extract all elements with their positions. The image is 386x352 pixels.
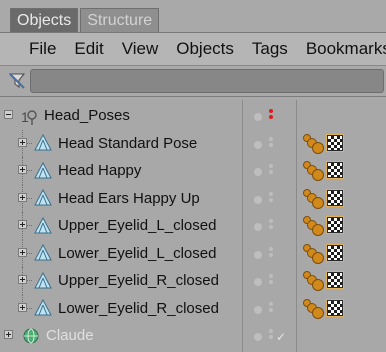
tag-list — [303, 271, 343, 291]
texture-tag-icon[interactable] — [327, 189, 343, 206]
menu-bar: File Edit View Objects Tags Bookmarks — [0, 32, 386, 66]
collapse-icon[interactable] — [4, 110, 13, 119]
tag-list — [303, 161, 343, 181]
object-name: Head Ears Happy Up — [58, 189, 200, 207]
layer-dot-icon[interactable] — [254, 333, 262, 341]
expand-icon[interactable] — [18, 192, 27, 202]
visibility-controls[interactable] — [252, 218, 282, 236]
pose-morph-icon — [34, 189, 52, 207]
object-name: Claude — [46, 327, 94, 345]
pose-morph-tag-icon[interactable] — [303, 216, 324, 236]
list-item[interactable]: Lower_Eyelid_R_closed — [0, 294, 386, 323]
tag-list — [303, 133, 343, 154]
tab-objects[interactable]: Objects — [10, 8, 79, 32]
visibility-dots-icon[interactable] — [269, 191, 274, 208]
pose-morph-tag-icon[interactable] — [303, 188, 324, 209]
layer-dot-icon[interactable] — [254, 113, 262, 121]
expand-icon[interactable] — [18, 220, 27, 229]
visibility-dots-icon[interactable] — [269, 219, 274, 235]
pose-morph-tag-icon[interactable] — [303, 133, 324, 154]
pose-morph-icon — [34, 244, 52, 262]
list-item[interactable]: Upper_Eyelid_L_closed — [0, 212, 386, 240]
visibility-dots-icon[interactable] — [269, 164, 274, 180]
tag-list — [303, 298, 343, 319]
visibility-dots-icon[interactable] — [269, 274, 274, 290]
pose-morph-tag-icon[interactable] — [303, 298, 324, 319]
object-name: Upper_Eyelid_R_closed — [58, 272, 219, 290]
expand-icon[interactable] — [18, 137, 27, 147]
visibility-controls[interactable] — [252, 163, 282, 181]
object-name: Head_Poses — [44, 107, 130, 125]
tab-structure[interactable]: Structure — [80, 8, 160, 32]
layer-dot-icon[interactable] — [254, 140, 262, 149]
list-item[interactable]: Claude ✓ — [0, 322, 386, 350]
tag-list — [303, 216, 343, 236]
visibility-controls[interactable] — [252, 246, 282, 264]
object-name: Head Happy — [58, 162, 142, 180]
list-item[interactable]: Upper_Eyelid_R_closed — [0, 267, 386, 295]
search-filter-icon[interactable] — [8, 72, 26, 90]
texture-tag-icon[interactable] — [327, 162, 343, 178]
layer-dot-icon[interactable] — [254, 168, 262, 176]
visibility-controls[interactable] — [252, 301, 282, 319]
list-item[interactable]: Lower_Eyelid_L_closed — [0, 239, 386, 267]
texture-tag-icon[interactable] — [327, 272, 343, 288]
object-list: 1 Head_Poses Head Standard Pose Head Hap… — [0, 100, 386, 352]
visibility-controls[interactable] — [252, 191, 282, 209]
menu-edit[interactable]: Edit — [65, 39, 112, 59]
menu-bookmarks[interactable]: Bookmarks — [297, 39, 386, 59]
search-bar — [0, 66, 386, 97]
expand-icon[interactable] — [4, 330, 13, 339]
visibility-controls[interactable] — [252, 136, 282, 154]
pose-morph-icon — [34, 134, 52, 152]
visibility-controls[interactable]: ✓ — [252, 328, 286, 346]
search-input[interactable] — [30, 69, 384, 93]
visibility-dots-icon[interactable] — [269, 301, 274, 318]
enabled-check-icon[interactable]: ✓ — [276, 330, 286, 344]
list-item[interactable]: 1 Head_Poses — [0, 102, 386, 130]
pose-morph-icon — [34, 161, 52, 180]
object-manager: Objects Structure File Edit View Objects… — [0, 0, 386, 352]
object-name: Upper_Eyelid_L_closed — [58, 217, 217, 235]
tab-bar: Objects Structure — [0, 0, 386, 32]
visibility-controls[interactable] — [252, 108, 282, 126]
pose-morph-icon — [34, 299, 52, 317]
menu-objects[interactable]: Objects — [167, 39, 243, 59]
object-name: Lower_Eyelid_L_closed — [58, 244, 217, 262]
layer-dot-icon[interactable] — [254, 250, 262, 259]
pose-morph-tag-icon[interactable] — [303, 271, 324, 291]
pose-morph-icon — [34, 271, 52, 290]
list-item[interactable]: Head Happy — [0, 157, 386, 185]
texture-tag-icon[interactable] — [327, 244, 343, 261]
expand-icon[interactable] — [18, 275, 27, 284]
pose-morph-tag-icon[interactable] — [303, 161, 324, 181]
tag-list — [303, 188, 343, 209]
menu-view[interactable]: View — [113, 39, 168, 59]
visibility-dots-icon[interactable] — [269, 109, 274, 125]
texture-tag-icon[interactable] — [327, 134, 343, 151]
visibility-controls[interactable] — [252, 273, 282, 291]
tag-list — [303, 243, 343, 264]
layer-dot-icon[interactable] — [254, 195, 262, 204]
texture-tag-icon[interactable] — [327, 217, 343, 233]
list-item[interactable]: Head Ears Happy Up — [0, 184, 386, 212]
visibility-dots-icon[interactable] — [269, 246, 274, 263]
pose-morph-icon — [34, 216, 52, 235]
layer-dot-icon[interactable] — [254, 223, 262, 231]
expand-icon[interactable] — [18, 247, 27, 257]
texture-tag-icon[interactable] — [327, 299, 343, 316]
menu-tags[interactable]: Tags — [243, 39, 297, 59]
layer-dot-icon[interactable] — [254, 278, 262, 286]
object-name: Head Standard Pose — [58, 134, 198, 152]
object-name: Lower_Eyelid_R_closed — [58, 299, 219, 317]
expand-icon[interactable] — [18, 165, 27, 174]
menu-file[interactable]: File — [20, 39, 65, 59]
list-item[interactable]: Head Standard Pose — [0, 129, 386, 157]
pose-morph-tag-icon[interactable] — [303, 243, 324, 264]
visibility-dots-icon[interactable] — [269, 329, 274, 345]
layer-dot-icon[interactable] — [254, 305, 262, 314]
expand-icon[interactable] — [18, 302, 27, 312]
visibility-dots-icon[interactable] — [269, 136, 274, 153]
